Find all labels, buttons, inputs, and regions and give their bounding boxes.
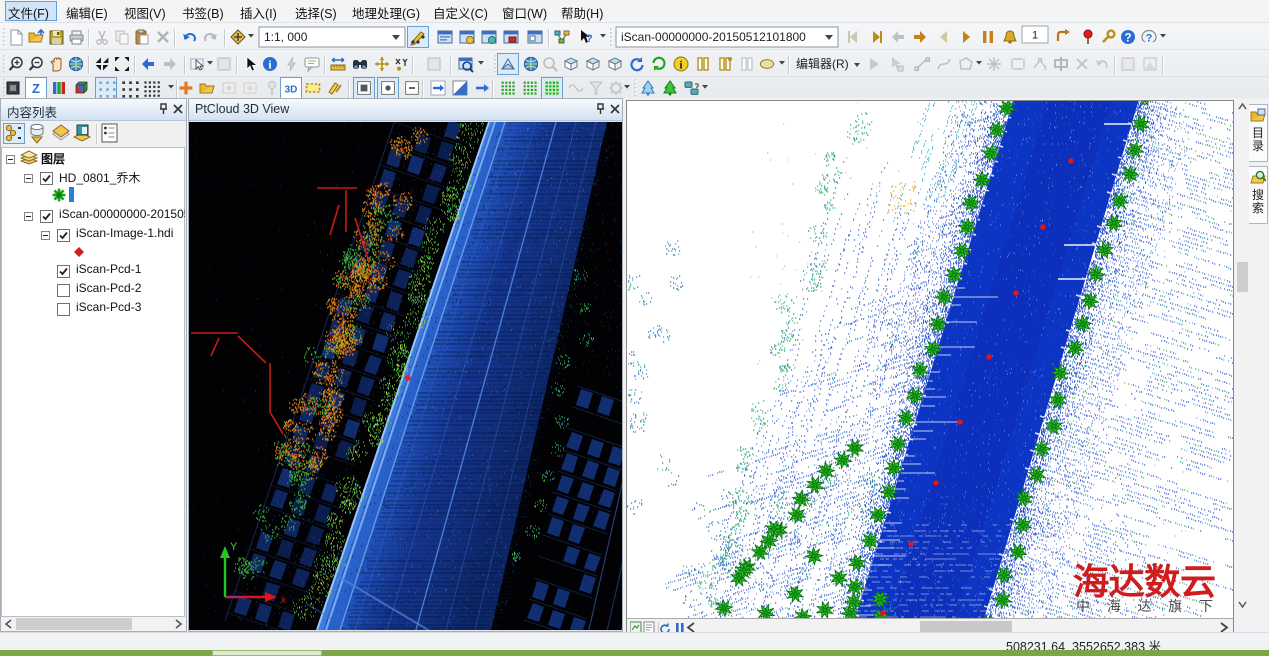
svg-text:?: ? [1124, 32, 1131, 44]
svg-text:1: 1 [1032, 30, 1038, 42]
svg-text:iScan-00000000-20150512101800: iScan-00000000-20150512101800 [621, 30, 806, 44]
svg-text:中 海 达 旗 下: 中 海 达 旗 下 [1076, 598, 1213, 614]
svg-text:编辑器(R): 编辑器(R) [796, 56, 849, 71]
svg-text:Z: Z [32, 81, 40, 96]
svg-text:1: 1 [1043, 65, 1047, 72]
svg-text:1:1, 000: 1:1, 000 [264, 30, 308, 44]
svg-text:?: ? [586, 33, 593, 45]
svg-text:3D: 3D [285, 85, 298, 96]
svg-text:Y: Y [230, 541, 238, 553]
svg-text:海达数云: 海达数云 [1073, 561, 1216, 602]
svg-text:?: ? [1146, 32, 1153, 44]
svg-text:x: x [281, 595, 286, 606]
